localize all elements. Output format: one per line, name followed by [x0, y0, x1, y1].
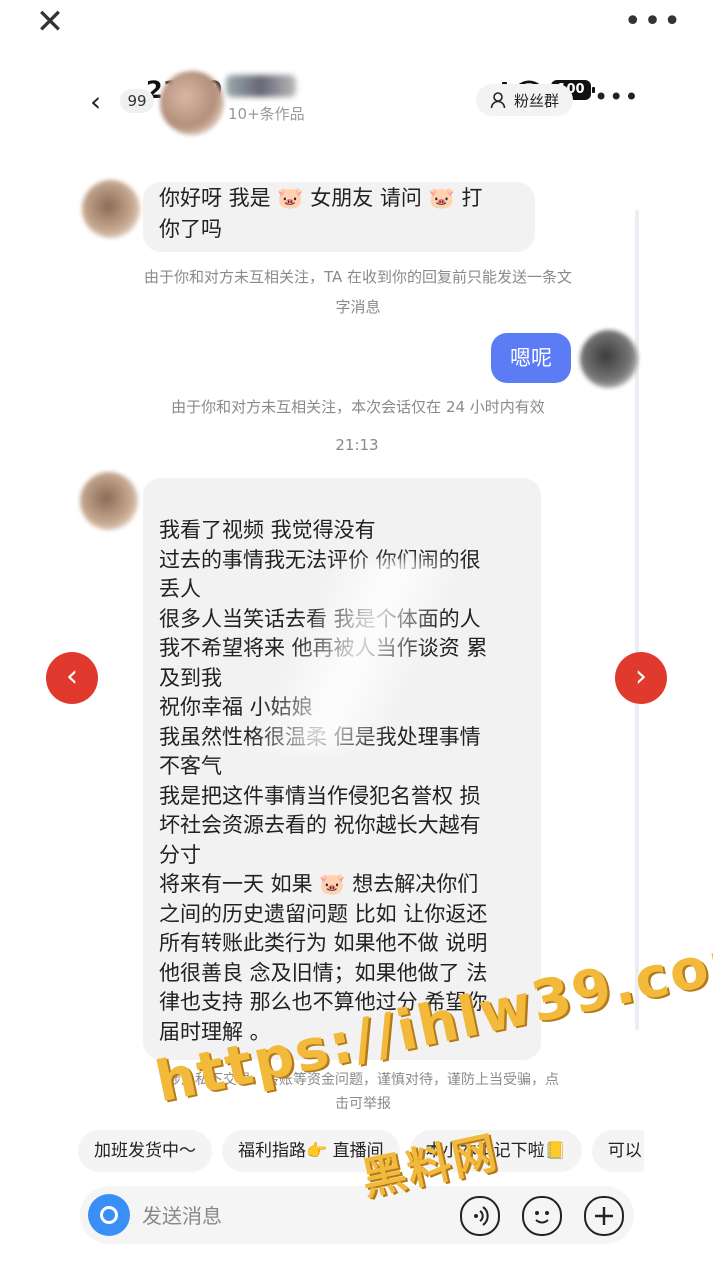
quick-reply-chip[interactable]: 加班发货中～ [78, 1130, 212, 1172]
message-line: 我是把这件事情当作侵犯名誉权 损 [159, 783, 481, 808]
next-image-button[interactable]: › [615, 652, 667, 704]
pig-emoji-icon: 🐷 [277, 186, 304, 210]
add-icon[interactable] [584, 1196, 624, 1236]
emoji-icon[interactable] [522, 1196, 562, 1236]
pig-emoji-icon: 🐷 [319, 872, 346, 896]
contact-subtitle: 10+条作品 [228, 105, 305, 123]
message-line: 坏社会资源去看的 祝你越长大越有 [159, 813, 481, 837]
camera-icon[interactable] [88, 1194, 130, 1236]
message-line: 我看了视频 我觉得没有 [159, 518, 376, 542]
voice-icon[interactable] [460, 1196, 500, 1236]
chat-header: ‹ 99 10+条作品 粉丝群 ••• [78, 71, 639, 135]
session-expiry-notice: 由于你和对方未互相关注，本次会话仅在 24 小时内有效 [171, 398, 545, 416]
top-bar: ✕ ••• [0, 0, 713, 61]
pig-emoji-icon: 🐷 [428, 186, 455, 210]
contact-avatar[interactable] [160, 71, 224, 135]
redaction-smear [190, 560, 570, 750]
message-timestamp: 21:13 [335, 436, 379, 454]
chat-more-icon[interactable]: ••• [594, 83, 639, 111]
message-line: 所有转账此类行为 如果他不做 说明 [159, 931, 488, 955]
fans-group-button[interactable]: 粉丝群 [476, 84, 574, 116]
close-icon[interactable]: ✕ [34, 5, 66, 39]
contact-name-blurred [226, 75, 296, 97]
message-bubble-outgoing[interactable]: 嗯呢 [491, 333, 571, 383]
sender-avatar[interactable] [82, 180, 140, 238]
sender-avatar[interactable] [80, 472, 138, 530]
system-notice: 由于你和对方未互相关注，TA 在收到你的回复前只能发送一条文 字消息 [143, 268, 573, 316]
message-input-bar [80, 1186, 634, 1244]
previous-image-button[interactable]: ‹ [46, 652, 98, 704]
message-bubble-incoming[interactable]: 你好呀 我是 🐷 女朋友 请问 🐷 打 你了吗 [143, 182, 535, 252]
smiley-icon [535, 1211, 549, 1224]
message-line: 之间的历史遗留问题 比如 让你返还 [159, 901, 488, 926]
message-line: 将来有一天 如果 🐷 想去解决你们 [159, 870, 541, 900]
message-line: 你好呀 我是 🐷 女朋友 请问 🐷 打 [159, 182, 535, 214]
plus-icon [595, 1207, 613, 1225]
back-icon[interactable]: ‹ [90, 85, 101, 118]
voice-wave-icon [474, 1206, 489, 1226]
message-line: 不客气 [159, 754, 222, 778]
my-avatar[interactable] [580, 330, 638, 388]
quick-reply-chip[interactable]: 可以 [591, 1130, 644, 1172]
fans-group-label: 粉丝群 [514, 91, 560, 110]
message-line: 你了吗 [159, 217, 222, 241]
message-line: 分寸 [159, 842, 201, 867]
more-options-icon[interactable]: ••• [624, 4, 683, 39]
unread-badge: 99 [120, 89, 154, 113]
scrollbar[interactable] [635, 210, 639, 1030]
person-icon [490, 92, 506, 109]
